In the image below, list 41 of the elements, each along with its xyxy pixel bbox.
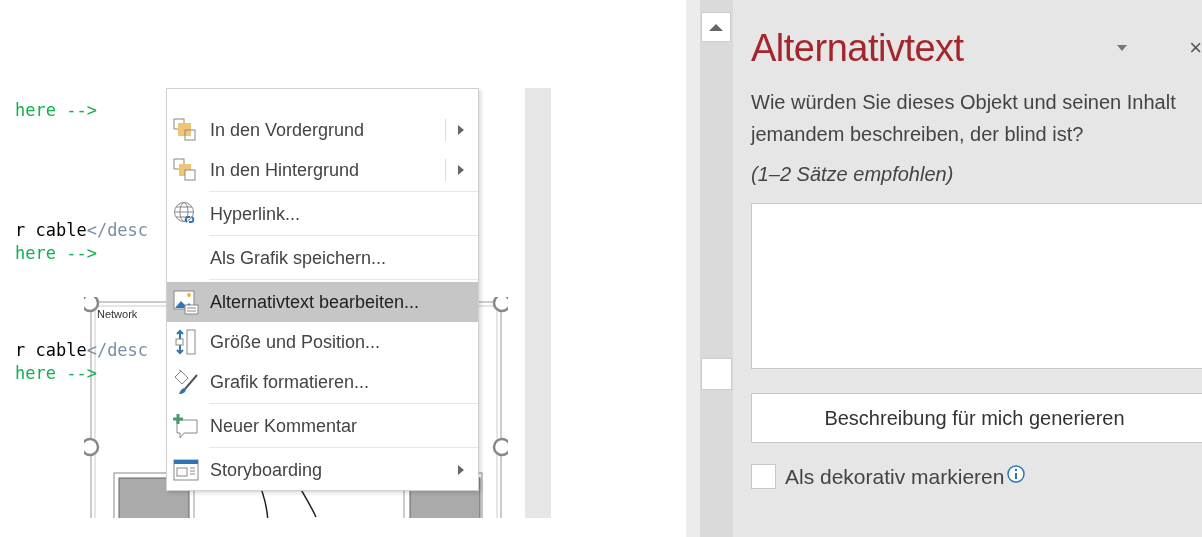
- menu-item[interactable]: Grafik formatieren...: [167, 362, 478, 402]
- close-button[interactable]: ×: [1189, 35, 1202, 61]
- menu-item[interactable]: Hyperlink...: [167, 194, 478, 234]
- menu-item[interactable]: Alternativtext bearbeiten...: [167, 282, 478, 322]
- info-icon[interactable]: [1007, 464, 1026, 483]
- scroll-up-arrow-icon: [709, 23, 723, 31]
- dropdown-caret-icon[interactable]: [1117, 45, 1128, 51]
- storyboard-icon: [173, 459, 199, 481]
- resize-handle[interactable]: [84, 437, 100, 457]
- pane-title: Alternativtext: [751, 26, 965, 70]
- menu-item[interactable]: In den Hintergrund: [167, 150, 478, 190]
- paint-bucket-brush-icon: [173, 369, 199, 395]
- resize-handle[interactable]: [492, 297, 508, 313]
- hint-text: (1–2 Sätze empfohlen): [751, 163, 955, 186]
- scroll-thumb[interactable]: [701, 358, 732, 390]
- menu-item[interactable]: Als Grafik speichern...: [167, 238, 478, 278]
- code-tag: </desc: [86, 220, 149, 240]
- bring-forward-icon: [173, 118, 197, 142]
- menu-item[interactable]: Storyboarding: [167, 450, 478, 490]
- menu-item[interactable]: Größe und Position...: [167, 322, 478, 362]
- code-text: r cable: [15, 220, 87, 240]
- code-comment: here -->: [15, 363, 97, 383]
- scroll-up-button[interactable]: [701, 12, 731, 42]
- resize-handle[interactable]: [492, 437, 508, 457]
- description-field[interactable]: [751, 203, 1202, 369]
- decorative-label: Als dekorativ markieren: [785, 464, 1005, 489]
- picture-icon: [173, 289, 199, 315]
- generate-description-button[interactable]: Beschreibung für mich generieren: [751, 393, 1202, 443]
- menu-item[interactable]: In den Vordergrund: [167, 110, 478, 150]
- code-tag: </desc: [86, 340, 149, 360]
- send-backward-icon: [173, 158, 197, 182]
- decorative-checkbox[interactable]: [751, 464, 776, 489]
- code-comment: here -->: [15, 243, 97, 263]
- resize-handle[interactable]: [84, 297, 100, 313]
- question-text: Wie würden Sie dieses Objekt und seinen Inhalt jemandem beschreiben, der blind ist?: [751, 90, 1177, 147]
- resize-icon: [173, 329, 199, 355]
- menu-item[interactable]: Neuer Kommentar: [167, 406, 478, 446]
- code-text: r cable: [15, 340, 87, 360]
- comment-add-icon: [173, 413, 199, 439]
- diagram-title: Network: [97, 308, 138, 320]
- code-comment: here -->: [15, 100, 97, 120]
